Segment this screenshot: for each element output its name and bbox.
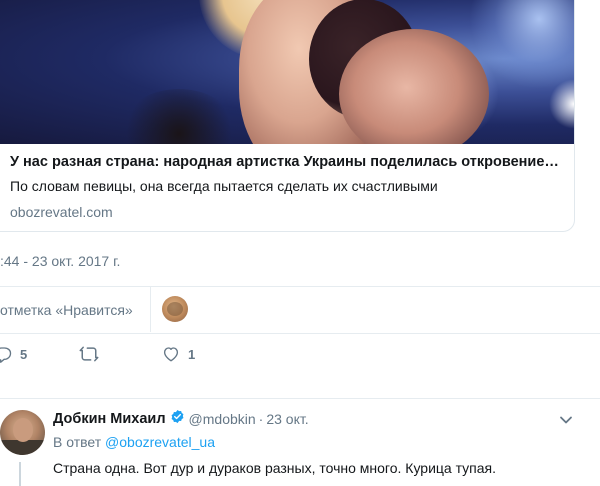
card-title: У нас разная страна: народная артистка У… bbox=[10, 154, 559, 170]
reply-to-mention[interactable]: @obozrevatel_ua bbox=[105, 434, 215, 450]
separator-dot: · bbox=[258, 411, 264, 427]
reply-to-context: В ответ @obozrevatel_ua bbox=[53, 434, 215, 450]
chevron-down-icon[interactable] bbox=[559, 412, 573, 430]
reply-author-name[interactable]: Добкин Михаил bbox=[53, 411, 166, 427]
reply-action[interactable]: 5 bbox=[0, 345, 27, 363]
reply-icon bbox=[0, 345, 12, 363]
reply-count: 5 bbox=[20, 346, 28, 362]
retweet-icon bbox=[79, 345, 99, 363]
thread-line bbox=[19, 462, 21, 486]
reply-header: Добкин Михаил @mdobkin · 23 окт. bbox=[53, 409, 309, 429]
reply-text: Страна одна. Вот дур и дураков разных, т… bbox=[53, 460, 496, 476]
retweet-action[interactable] bbox=[79, 345, 99, 363]
card-domain: obozrevatel.com bbox=[10, 204, 113, 220]
liker-avatar[interactable] bbox=[162, 296, 188, 322]
verified-badge-icon bbox=[170, 409, 185, 429]
reply-to-prefix: В ответ bbox=[53, 434, 102, 450]
heart-icon bbox=[162, 345, 180, 363]
like-count: 1 bbox=[188, 346, 196, 362]
divider bbox=[0, 286, 600, 287]
reply-time[interactable]: 23 окт. bbox=[266, 411, 308, 427]
likes-label[interactable]: отметка «Нравится» bbox=[0, 302, 133, 318]
reply-avatar[interactable] bbox=[0, 410, 45, 455]
likes-separator bbox=[150, 287, 151, 332]
reply-author-handle[interactable]: @mdobkin bbox=[189, 411, 256, 427]
like-action[interactable]: 1 bbox=[162, 345, 195, 363]
likes-row: отметка «Нравится» bbox=[0, 287, 188, 332]
card-image bbox=[0, 0, 574, 144]
tweet-timestamp[interactable]: :44 - 23 окт. 2017 г. bbox=[0, 253, 120, 269]
card-description: По словам певицы, она всегда пытается сд… bbox=[10, 178, 438, 194]
divider bbox=[0, 333, 600, 334]
reply-tweet[interactable]: Добкин Михаил @mdobkin · 23 окт. В ответ… bbox=[0, 398, 600, 486]
link-preview-card[interactable]: У нас разная страна: народная артистка У… bbox=[0, 0, 575, 232]
